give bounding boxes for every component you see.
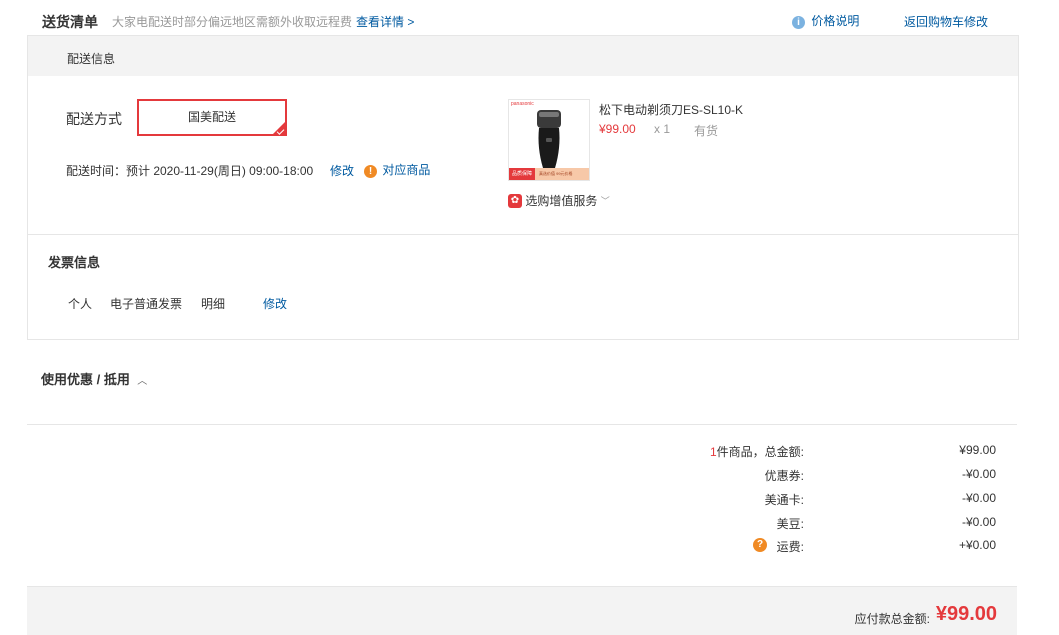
page-title: 送货清单 <box>42 14 98 30</box>
info-icon: i <box>792 16 805 29</box>
delivery-time-text: 配送时间：预计 2020-11-29(周日) 09:00-18:00 <box>66 164 314 178</box>
warning-icon: ! <box>364 165 377 178</box>
gift-icon: ✿ <box>508 193 522 208</box>
product-price: ¥99.00 <box>599 122 636 136</box>
view-details-link[interactable]: 查看详情 > <box>356 13 414 30</box>
item-count: 1 <box>709 445 717 459</box>
chevron-down-icon: ﹀ <box>600 196 610 206</box>
coupon-amount: -¥0.00 <box>961 467 996 481</box>
meitong-card-amount: -¥0.00 <box>961 491 996 505</box>
delivery-method-option-gome[interactable]: 国美配送 <box>137 99 287 136</box>
payable-label: 应付款总金额: <box>854 612 930 626</box>
shaver-icon <box>537 110 561 168</box>
section-divider <box>28 234 1018 235</box>
invoice-modify-link[interactable]: 修改 <box>263 295 287 312</box>
delivery-list-header: 送货清单 大家电配送时部分偏远地区需额外收取远程费 查看详情 > i 价格说明 … <box>0 0 1059 36</box>
payable-amount: ¥99.00 <box>935 603 997 625</box>
total-amount: ¥99.00 <box>959 443 996 457</box>
price-info-link[interactable]: 价格说明 <box>811 14 859 28</box>
quality-badge: 品质保障 <box>509 168 535 180</box>
coupon-label: 优惠券: <box>764 469 804 483</box>
back-to-cart-link[interactable]: 返回购物车修改 <box>904 13 988 30</box>
meidou-amount: -¥0.00 <box>961 515 996 529</box>
meitong-card-label: 美通卡: <box>764 493 804 507</box>
coupon-section-title: 使用优惠 / 抵用 <box>41 372 130 387</box>
shipping-help-icon[interactable]: ? <box>753 538 767 552</box>
invoice-type: 个人 <box>68 297 93 311</box>
product-image[interactable]: panasonic 品质保障 真选价值 99元价格 <box>508 99 590 181</box>
chevron-up-icon: ︿ <box>137 376 148 387</box>
invoice-kind: 电子普通发票 <box>110 297 183 311</box>
invoice-content: 明细 <box>201 297 226 311</box>
shipping-amount: +¥0.00 <box>958 538 996 552</box>
price-info-button[interactable]: i 价格说明 <box>792 12 859 29</box>
coupon-section-toggle[interactable]: 使用优惠 / 抵用 ︿ <box>41 369 147 388</box>
order-info-panel: 配送信息 配送方式 国美配送 配送时间：预计 2020-11-29(周日) 09… <box>27 35 1019 340</box>
product-stock-status: 有货 <box>694 124 719 138</box>
item-count-label: 1件商品，总金额: <box>709 445 804 459</box>
coupon-divider <box>27 424 1017 425</box>
shipping-label: 运费: <box>776 540 804 554</box>
delivery-time-modify-link[interactable]: 修改 <box>330 162 354 179</box>
value-added-service-label: 选购增值服务 <box>525 194 598 208</box>
product-name[interactable]: 松下电动剃须刀ES-SL10-K <box>599 101 743 118</box>
matching-products-button[interactable]: ! 对应商品 <box>364 161 430 178</box>
invoice-section-title: 发票信息 <box>48 255 101 270</box>
matching-products-link[interactable]: 对应商品 <box>382 163 430 177</box>
delivery-method-option-label: 国美配送 <box>187 110 236 124</box>
brand-logo: panasonic <box>511 101 534 107</box>
banner-text: 真选价值 99元价格 <box>539 171 573 176</box>
product-quantity: x 1 <box>654 122 671 136</box>
delivery-section-title: 配送信息 <box>67 52 116 66</box>
image-banner: 品质保障 真选价值 99元价格 <box>509 168 589 180</box>
remote-fee-notice: 大家电配送时部分偏远地区需额外收取远程费 <box>112 15 353 29</box>
value-added-service-button[interactable]: ✿ 选购增值服务 ﹀ <box>508 192 610 209</box>
meidou-label: 美豆: <box>776 517 804 531</box>
payable-footer: 应付款总金额: ¥99.00 <box>27 586 1017 635</box>
order-summary: 1件商品，总金额: ¥99.00 优惠券: -¥0.00 美通卡: -¥0.00… <box>0 440 1059 560</box>
delivery-section-header: 配送信息 <box>28 36 1018 76</box>
delivery-method-label: 配送方式 <box>66 111 122 127</box>
